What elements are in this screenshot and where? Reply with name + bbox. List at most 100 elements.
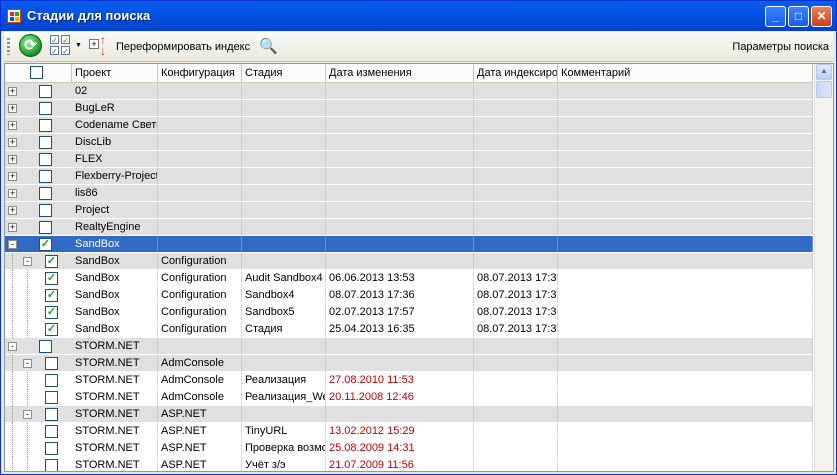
row-checkbox[interactable]: [45, 391, 58, 404]
row-checkbox[interactable]: [39, 204, 52, 217]
expand-icon[interactable]: +: [8, 121, 17, 130]
table-row[interactable]: STORM.NETAdmConsoleРеализация_WebAdm20.1…: [5, 389, 813, 406]
expand-icon[interactable]: +: [8, 223, 17, 232]
table-cell: 13.02.2012 15:29: [326, 423, 474, 439]
minimize-button[interactable]: _: [765, 6, 786, 27]
expand-icon[interactable]: +: [8, 87, 17, 96]
reindex-button[interactable]: Переформировать индекс: [116, 41, 250, 53]
row-checkbox[interactable]: [39, 221, 52, 234]
table-cell: 08.07.2013 17:30: [474, 270, 558, 286]
row-checkbox[interactable]: ✓: [45, 255, 58, 268]
chevron-down-icon[interactable]: ▼: [75, 42, 82, 49]
table-cell: [474, 185, 558, 201]
table-cell: SandBox: [72, 253, 158, 269]
row-checkbox[interactable]: [39, 85, 52, 98]
tree-line: [12, 270, 13, 287]
collapse-icon[interactable]: -: [8, 240, 17, 249]
row-checkbox[interactable]: [45, 408, 58, 421]
refresh-icon[interactable]: ⟳: [19, 34, 42, 57]
tree-line: [12, 389, 13, 406]
select-all-checkbox[interactable]: [30, 66, 43, 79]
search-icon[interactable]: 🔍: [259, 37, 278, 55]
expand-icon[interactable]: +: [8, 104, 17, 113]
column-header[interactable]: Проект: [72, 64, 158, 82]
row-checkbox[interactable]: ✓: [45, 289, 58, 302]
expand-icon[interactable]: +: [8, 172, 17, 181]
row-checkbox[interactable]: [45, 374, 58, 387]
maximize-button[interactable]: □: [788, 6, 809, 27]
table-row[interactable]: STORM.NET AdmConsole Реализация 27.08.2010 …: [5, 372, 813, 389]
table-cell: [158, 168, 242, 184]
column-header[interactable]: Комментарий: [558, 64, 813, 82]
table-row[interactable]: + BugLeR: [5, 100, 813, 117]
table-row[interactable]: + Flexberry-Projects: [5, 168, 813, 185]
row-checkbox[interactable]: ✓: [45, 272, 58, 285]
table-row[interactable]: - ✓ SandBox: [5, 236, 813, 253]
tree-line: [12, 304, 13, 321]
table-row[interactable]: STORM.NETASP.NETПроверка возможности25.0…: [5, 440, 813, 457]
table-row[interactable]: - ✓ SandBox Configuration: [5, 253, 813, 270]
table-row[interactable]: - STORM.NET AdmConsole: [5, 355, 813, 372]
table-row[interactable]: + FLEX: [5, 151, 813, 168]
table-row[interactable]: - STORM.NET ASP.NET: [5, 406, 813, 423]
column-header[interactable]: Конфигурация: [158, 64, 242, 82]
row-checkbox[interactable]: ✓: [45, 323, 58, 336]
table-cell: [242, 100, 326, 116]
expand-icon[interactable]: +: [8, 155, 17, 164]
table-row[interactable]: + Project: [5, 202, 813, 219]
table-row[interactable]: + Codename Светофор: [5, 117, 813, 134]
table-cell: TinyURL: [242, 423, 326, 439]
toolbar-grip-icon[interactable]: [7, 38, 10, 55]
table-row[interactable]: + lis86: [5, 185, 813, 202]
scroll-up-button[interactable]: ▲: [816, 64, 832, 80]
table-cell: [242, 83, 326, 99]
table-cell: BugLeR: [72, 100, 158, 116]
row-checkbox[interactable]: [39, 170, 52, 183]
row-checkbox[interactable]: [45, 442, 58, 455]
table-row[interactable]: - STORM.NET: [5, 338, 813, 355]
column-header[interactable]: Стадия: [242, 64, 326, 82]
collapse-icon[interactable]: -: [23, 410, 32, 419]
collapse-icon[interactable]: -: [23, 359, 32, 368]
expand-icon[interactable]: +: [8, 189, 17, 198]
table-row[interactable]: +02: [5, 83, 813, 100]
table-row[interactable]: STORM.NET ASP.NET TinyURL 13.02.2012 15:29: [5, 423, 813, 440]
row-checkbox[interactable]: [45, 425, 58, 438]
search-params-button[interactable]: Параметры поиска: [732, 41, 829, 53]
reindex-icon[interactable]: +: [89, 39, 99, 49]
table-row[interactable]: ✓ SandBox Configuration Sandbox5 02.07.2013 …: [5, 304, 813, 321]
row-checkbox[interactable]: [39, 136, 52, 149]
table-row[interactable]: ✓ SandBox Configuration Audit Sandbox4 06.06…: [5, 270, 813, 287]
table-cell: STORM.NET: [72, 372, 158, 388]
table-row[interactable]: STORM.NET ASP.NET Учёт з/э 21.07.2009 11:56: [5, 457, 813, 471]
column-header[interactable]: Дата изменения: [326, 64, 474, 82]
row-checkbox[interactable]: [39, 187, 52, 200]
close-button[interactable]: ✕: [811, 6, 832, 27]
select-all-checks-icon[interactable]: ✓ ✓ ✓ ✓: [50, 35, 72, 57]
table-row[interactable]: ✓ SandBox Configuration Sandbox4 08.07.2013 …: [5, 287, 813, 304]
table-cell: Sandbox4: [242, 287, 326, 303]
table-cell: [474, 457, 558, 471]
expand-icon[interactable]: +: [8, 138, 17, 147]
scroll-thumb[interactable]: [816, 81, 832, 98]
table-cell: Реализация: [242, 372, 326, 388]
row-checkbox[interactable]: ✓: [45, 306, 58, 319]
table-row[interactable]: + RealtyEngine: [5, 219, 813, 236]
row-checkbox[interactable]: ✓: [39, 238, 52, 251]
vertical-scrollbar[interactable]: ▲: [814, 64, 833, 471]
title-bar[interactable]: Стадии для поиска _ □ ✕: [1, 1, 836, 31]
row-checkbox[interactable]: [39, 340, 52, 353]
collapse-icon[interactable]: -: [23, 257, 32, 266]
table-row[interactable]: ✓ SandBox Configuration Стадия 25.04.2013 16…: [5, 321, 813, 338]
column-header[interactable]: Дата индексирования: [474, 64, 558, 82]
row-checkbox[interactable]: [45, 357, 58, 370]
table-cell: [474, 406, 558, 422]
row-checkbox[interactable]: [45, 459, 58, 471]
collapse-icon[interactable]: -: [8, 342, 17, 351]
expand-icon[interactable]: +: [8, 206, 17, 215]
table-row[interactable]: + DiscLib: [5, 134, 813, 151]
row-checkbox[interactable]: [39, 153, 52, 166]
row-checkbox[interactable]: [39, 119, 52, 132]
row-checkbox[interactable]: [39, 102, 52, 115]
stages-grid: Проект Конфигурация Стадия Дата изменения Да…: [4, 63, 834, 472]
